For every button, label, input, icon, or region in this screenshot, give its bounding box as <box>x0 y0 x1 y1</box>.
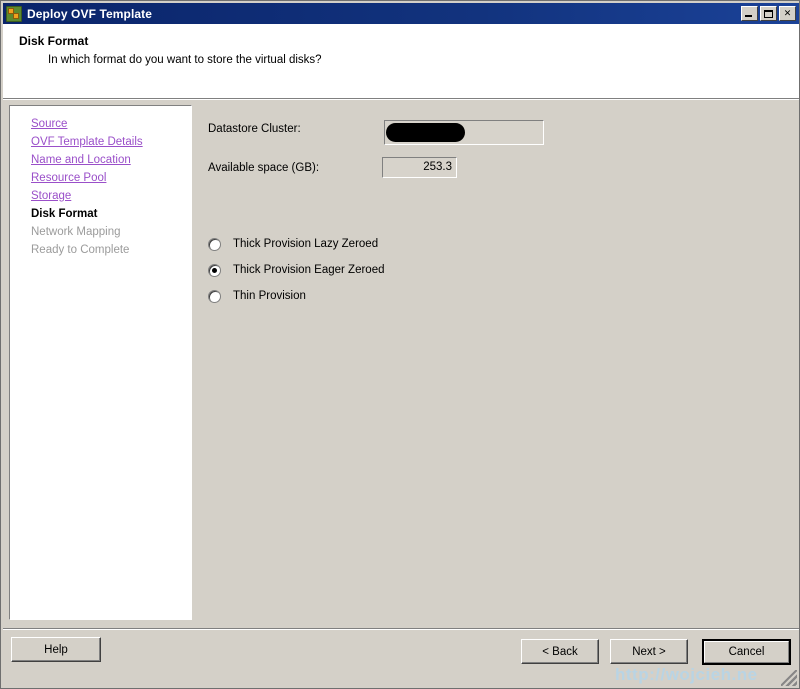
resize-grip[interactable] <box>781 670 797 686</box>
radio-thick-provision-eager-zeroed[interactable]: Thick Provision Eager Zeroed <box>208 257 384 283</box>
next-button[interactable]: Next > <box>610 639 688 664</box>
radio-icon-thin-provision[interactable] <box>208 290 221 303</box>
header-divider <box>3 98 799 100</box>
deploy-ovf-template-dialog: Deploy OVF Template ✕ Disk Format In whi… <box>0 0 800 689</box>
sidebar-item-source[interactable]: Source <box>31 115 187 133</box>
datastore-cluster-label: Datastore Cluster: <box>208 123 301 135</box>
minimize-button[interactable] <box>741 6 758 21</box>
sidebar-item-disk-format: Disk Format <box>31 205 187 223</box>
sidebar-item-ready-to-complete: Ready to Complete <box>31 241 187 259</box>
maximize-button[interactable] <box>760 6 777 21</box>
page-subtitle: In which format do you want to store the… <box>48 54 322 66</box>
page-header: Disk Format In which format do you want … <box>3 24 799 98</box>
close-button[interactable]: ✕ <box>779 6 796 21</box>
redaction-block <box>386 123 465 142</box>
sidebar-item-network-mapping: Network Mapping <box>31 223 187 241</box>
radio-label-thin-provision: Thin Provision <box>233 290 306 302</box>
radio-icon-eager-zeroed[interactable] <box>208 264 221 277</box>
window-controls: ✕ <box>741 6 796 21</box>
footer-divider <box>3 628 799 630</box>
datastore-cluster-field[interactable] <box>384 120 544 145</box>
cancel-button[interactable]: Cancel <box>702 639 791 665</box>
window-title: Deploy OVF Template <box>27 7 741 21</box>
sidebar-item-name-and-location[interactable]: Name and Location <box>31 151 187 169</box>
wizard-step-list: Source OVF Template Details Name and Loc… <box>31 115 187 259</box>
sidebar-item-ovf-template-details[interactable]: OVF Template Details <box>31 133 187 151</box>
page-title: Disk Format <box>19 34 88 48</box>
radio-thick-provision-lazy-zeroed[interactable]: Thick Provision Lazy Zeroed <box>208 231 384 257</box>
close-icon: ✕ <box>780 7 795 20</box>
radio-icon-lazy-zeroed[interactable] <box>208 238 221 251</box>
help-button[interactable]: Help <box>11 637 101 662</box>
ovf-template-icon <box>6 6 22 22</box>
title-bar[interactable]: Deploy OVF Template ✕ <box>3 3 799 24</box>
available-space-field: 253.3 <box>382 157 457 178</box>
sidebar-item-storage[interactable]: Storage <box>31 187 187 205</box>
back-button[interactable]: < Back <box>521 639 599 664</box>
cancel-button-label: Cancel <box>704 641 789 663</box>
sidebar-item-resource-pool[interactable]: Resource Pool <box>31 169 187 187</box>
disk-format-content: Datastore Cluster: Available space (GB):… <box>196 105 793 620</box>
radio-thin-provision[interactable]: Thin Provision <box>208 283 384 309</box>
radio-label-lazy-zeroed: Thick Provision Lazy Zeroed <box>233 238 378 250</box>
disk-format-radio-group: Thick Provision Lazy Zeroed Thick Provis… <box>208 231 384 309</box>
radio-label-eager-zeroed: Thick Provision Eager Zeroed <box>233 264 384 276</box>
watermark: http://wojcieh.ne <box>615 665 758 685</box>
wizard-step-panel: Source OVF Template Details Name and Loc… <box>9 105 192 620</box>
available-space-label: Available space (GB): <box>208 162 319 174</box>
